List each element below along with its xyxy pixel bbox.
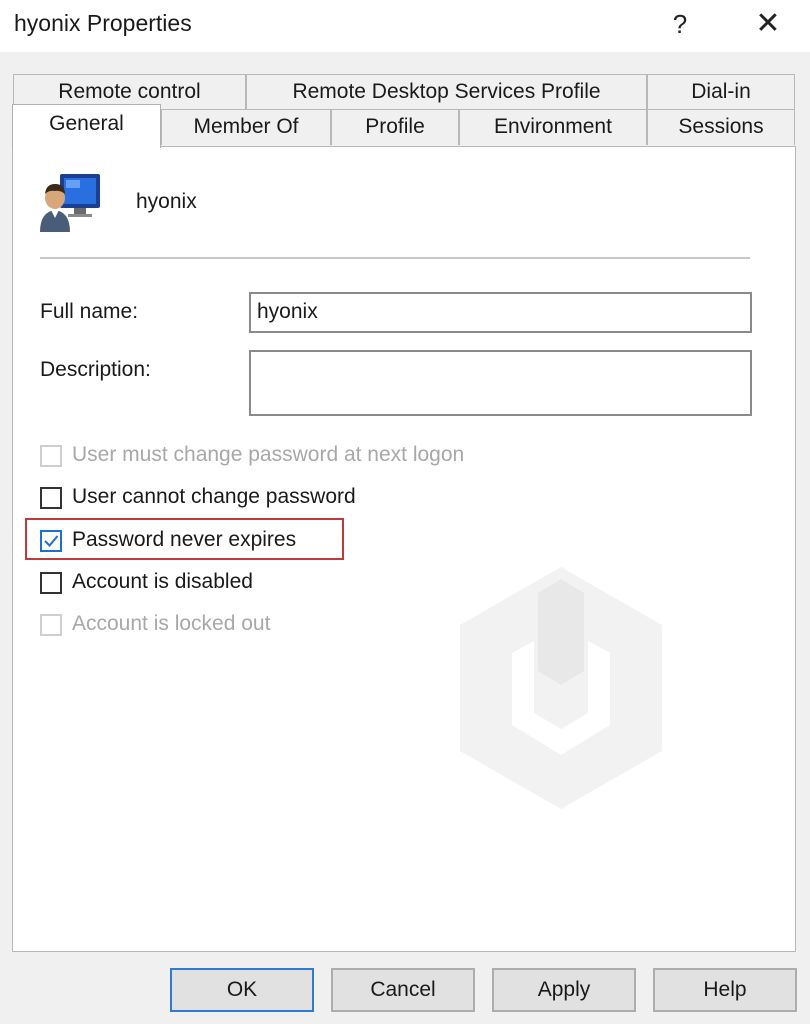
title-bar[interactable]: hyonix Properties ? ✕ <box>0 0 810 52</box>
watermark-logo-icon <box>460 567 662 809</box>
tab-dial-in[interactable]: Dial-in <box>647 74 795 110</box>
tab-environment[interactable]: Environment <box>459 109 647 145</box>
checkbox-label: Account is locked out <box>72 612 271 635</box>
apply-button[interactable]: Apply <box>492 968 636 1012</box>
checkbox-box[interactable] <box>40 487 62 509</box>
cancel-button[interactable]: Cancel <box>331 968 475 1012</box>
checkbox-box[interactable] <box>40 614 62 636</box>
checkbox-box[interactable] <box>40 445 62 467</box>
checkbox-label: Account is disabled <box>72 570 253 593</box>
user-display-name: hyonix <box>136 190 197 213</box>
checkbox-box[interactable] <box>40 572 62 594</box>
tab-remote-desktop-services-profile[interactable]: Remote Desktop Services Profile <box>246 74 647 110</box>
window-title: hyonix Properties <box>14 10 192 36</box>
properties-dialog: hyonix Properties ? ✕ Remote control Rem… <box>0 0 810 1024</box>
help-icon[interactable]: ? <box>662 4 698 44</box>
description-label: Description: <box>40 358 151 381</box>
user-computer-icon <box>40 174 100 232</box>
highlight-annotation <box>25 518 344 560</box>
tab-general[interactable]: General <box>12 104 161 148</box>
ok-button[interactable]: OK <box>170 968 314 1012</box>
tab-profile[interactable]: Profile <box>331 109 459 145</box>
description-field[interactable] <box>249 350 752 416</box>
header-divider <box>40 257 750 259</box>
close-icon[interactable]: ✕ <box>748 4 788 44</box>
full-name-field[interactable]: hyonix <box>249 292 752 333</box>
checkbox-label: User cannot change password <box>72 485 356 508</box>
checkbox-label: User must change password at next logon <box>72 443 465 466</box>
tab-member-of[interactable]: Member Of <box>161 109 331 145</box>
help-button[interactable]: Help <box>653 968 797 1012</box>
full-name-label: Full name: <box>40 300 139 323</box>
tab-sessions[interactable]: Sessions <box>647 109 795 145</box>
